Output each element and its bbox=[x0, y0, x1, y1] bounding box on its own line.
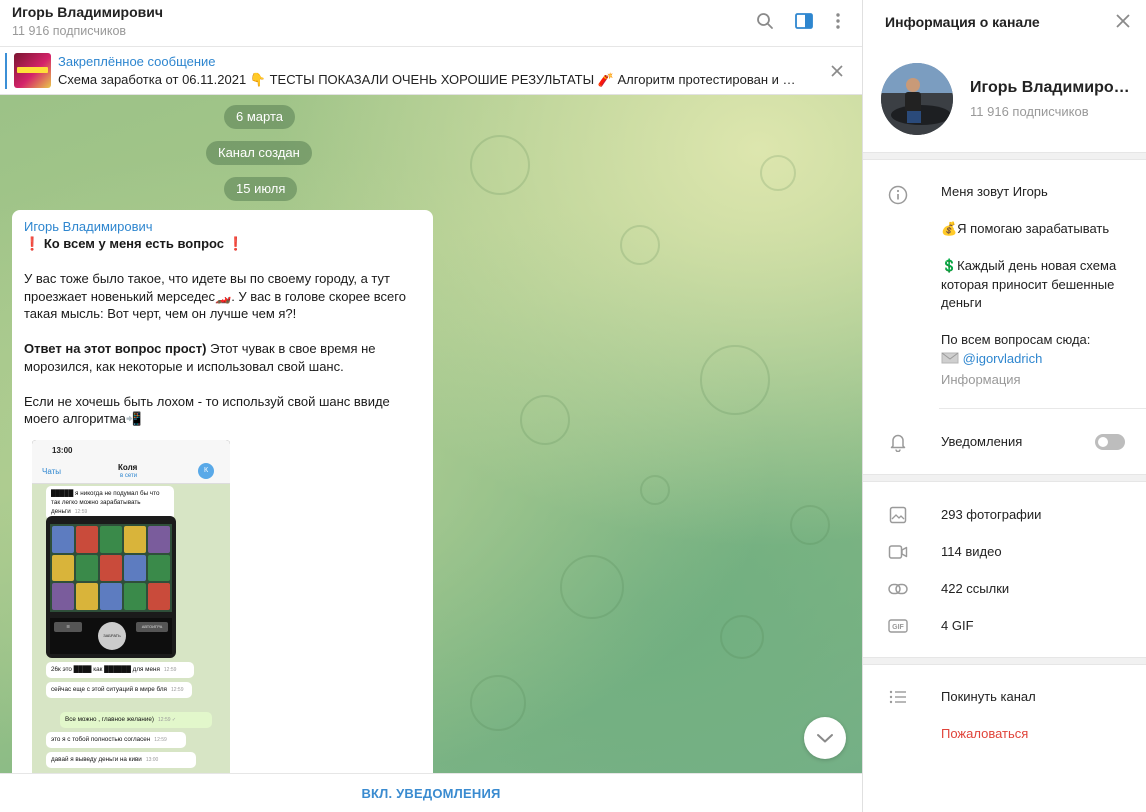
phone-back-label: Чаты bbox=[42, 467, 62, 476]
pinned-thumbnail bbox=[14, 53, 51, 88]
chat-header[interactable]: Игорь Владимирович 11 916 подписчиков bbox=[0, 0, 862, 47]
close-icon[interactable] bbox=[1113, 11, 1133, 31]
channel-info-panel: Информация о канале Игорь Владимирович 1… bbox=[862, 0, 1146, 812]
post-paragraph: У вас тоже было такое, что идете вы по с… bbox=[24, 271, 406, 321]
phone-chat-header: Чаты Коля в сети К bbox=[32, 460, 230, 484]
sidebar-toggle-icon[interactable] bbox=[793, 10, 815, 32]
chat-subscribers: 11 916 подписчиков bbox=[12, 24, 127, 38]
channel-created-label: Канал создан bbox=[206, 141, 312, 165]
chevron-down-icon bbox=[817, 734, 833, 743]
envelope-icon bbox=[941, 352, 959, 363]
description-line: Меня зовут Игорь bbox=[941, 184, 1048, 199]
report-label: Пожаловаться bbox=[941, 726, 1029, 741]
slot-spin-button: ЗАБРАТЬ bbox=[98, 622, 126, 650]
photo-icon bbox=[887, 505, 909, 525]
media-videos-row[interactable]: 114 видео bbox=[863, 534, 1146, 570]
video-icon bbox=[887, 542, 909, 562]
description-line: По всем вопросам сюда: bbox=[941, 332, 1091, 347]
phone-message-outgoing: Все можно , главное желание) 12:59 ✓ bbox=[60, 712, 212, 728]
description-line: 💲Каждый день новая схема которая приноси… bbox=[941, 258, 1117, 310]
date-separator: 15 июля bbox=[224, 177, 298, 201]
post-bold-text: Ответ на этот вопрос прост) bbox=[24, 341, 207, 356]
phone-avatar: К bbox=[198, 463, 214, 479]
channel-name: Игорь Владимирович bbox=[970, 79, 1135, 96]
channel-subscribers: 11 916 подписчиков bbox=[970, 104, 1089, 119]
list-icon bbox=[887, 687, 909, 707]
channel-description: Меня зовут Игорь 💰Я помогаю зарабатывать… bbox=[941, 183, 1133, 368]
section-divider bbox=[863, 152, 1146, 160]
info-label: Информация bbox=[941, 372, 1021, 387]
leave-channel-label: Покинуть канал bbox=[941, 689, 1036, 704]
phone-message: давай я выведу деньги на киви 13:00 bbox=[46, 752, 196, 768]
phone-message: 26к это ████ как ██████ для меня 12:59 bbox=[46, 662, 194, 678]
media-photos-row[interactable]: 293 фотографии bbox=[863, 497, 1146, 533]
slot-reels bbox=[50, 524, 172, 612]
notifications-toggle[interactable] bbox=[1095, 434, 1125, 450]
gifs-count: 4 GIF bbox=[941, 618, 974, 633]
exclamation-icon: ❗ bbox=[24, 236, 41, 251]
contact-link[interactable]: @igorvladrich bbox=[963, 351, 1043, 366]
pinned-accent-bar bbox=[5, 53, 7, 89]
section-divider bbox=[863, 657, 1146, 665]
notifications-label: Уведомления bbox=[941, 434, 1023, 449]
post-author[interactable]: Игорь Владимирович bbox=[24, 219, 153, 234]
bell-icon bbox=[887, 432, 909, 452]
close-icon[interactable] bbox=[828, 62, 846, 80]
post-text: ❗ Ко всем у меня есть вопрос ❗ У вас тож… bbox=[24, 235, 424, 428]
link-icon bbox=[887, 579, 909, 599]
exclamation-icon: ❗ bbox=[227, 236, 244, 251]
bottom-bar: ВКЛ. УВЕДОМЛЕНИЯ bbox=[0, 773, 862, 812]
media-links-row[interactable]: 422 ссылки bbox=[863, 571, 1146, 607]
slot-menu-icon: ☰ bbox=[54, 622, 82, 632]
date-separator: 6 марта bbox=[224, 105, 295, 129]
photos-count: 293 фотографии bbox=[941, 507, 1042, 522]
info-icon bbox=[887, 185, 909, 205]
links-count: 422 ссылки bbox=[941, 581, 1010, 596]
phone-contact-name: Коля bbox=[118, 463, 138, 472]
phone-message: это я с тобой полностью согласен 12:59 bbox=[46, 732, 186, 748]
post-heading: Ко всем у меня есть вопрос bbox=[43, 236, 225, 251]
scroll-down-button[interactable] bbox=[804, 717, 846, 759]
phone-status-time: 13:00 bbox=[32, 440, 230, 460]
pinned-text: Схема заработка от 06.11.2021 👇 ТЕСТЫ ПО… bbox=[58, 72, 802, 87]
section-divider bbox=[863, 474, 1146, 482]
description-line: 💰Я помогаю зарабатывать bbox=[941, 221, 1110, 236]
pinned-title: Закреплённое сообщение bbox=[58, 54, 216, 69]
divider bbox=[939, 408, 1146, 409]
videos-count: 114 видео bbox=[941, 544, 1002, 559]
search-icon[interactable] bbox=[754, 10, 776, 32]
panel-title: Информация о канале bbox=[885, 14, 1040, 30]
report-row[interactable]: Пожаловаться bbox=[863, 716, 1146, 752]
slot-controls: ☰ ЗАБРАТЬ АВТОИГРА bbox=[50, 618, 172, 654]
enable-notifications-button[interactable]: ВКЛ. УВЕДОМЛЕНИЯ bbox=[361, 786, 500, 801]
pinned-message[interactable]: Закреплённое сообщение Схема заработка о… bbox=[0, 47, 862, 95]
phone-contact-status: в сети bbox=[120, 473, 138, 479]
slot-game-image: ☰ ЗАБРАТЬ АВТОИГРА bbox=[46, 516, 176, 658]
more-vertical-icon[interactable] bbox=[827, 10, 849, 32]
post-image[interactable]: 13:00 Чаты Коля в сети К █████ я никогда… bbox=[32, 440, 230, 785]
media-gifs-row[interactable]: GIF 4 GIF bbox=[863, 608, 1146, 644]
slot-auto-button: АВТОИГРА bbox=[136, 622, 168, 632]
leave-channel-row[interactable]: Покинуть канал bbox=[863, 679, 1146, 715]
phone-chat-body: █████ я никогда не подумал бы что так ле… bbox=[32, 484, 230, 785]
chat-area: Игорь Владимирович 11 916 подписчиков За… bbox=[0, 0, 862, 812]
svg-text:GIF: GIF bbox=[892, 624, 904, 631]
channel-post[interactable]: Игорь Владимирович ❗ Ко всем у меня есть… bbox=[12, 210, 433, 785]
phone-message: сейчас еще с этой ситуаций в мире бля 12:… bbox=[46, 682, 192, 698]
phone-message: █████ я никогда не подумал бы что так ле… bbox=[46, 486, 174, 520]
channel-avatar[interactable] bbox=[881, 63, 953, 135]
gif-icon: GIF bbox=[887, 616, 909, 636]
post-paragraph: Если не хочешь быть лохом - то используй… bbox=[24, 393, 390, 427]
chat-title[interactable]: Игорь Владимирович bbox=[12, 4, 163, 20]
